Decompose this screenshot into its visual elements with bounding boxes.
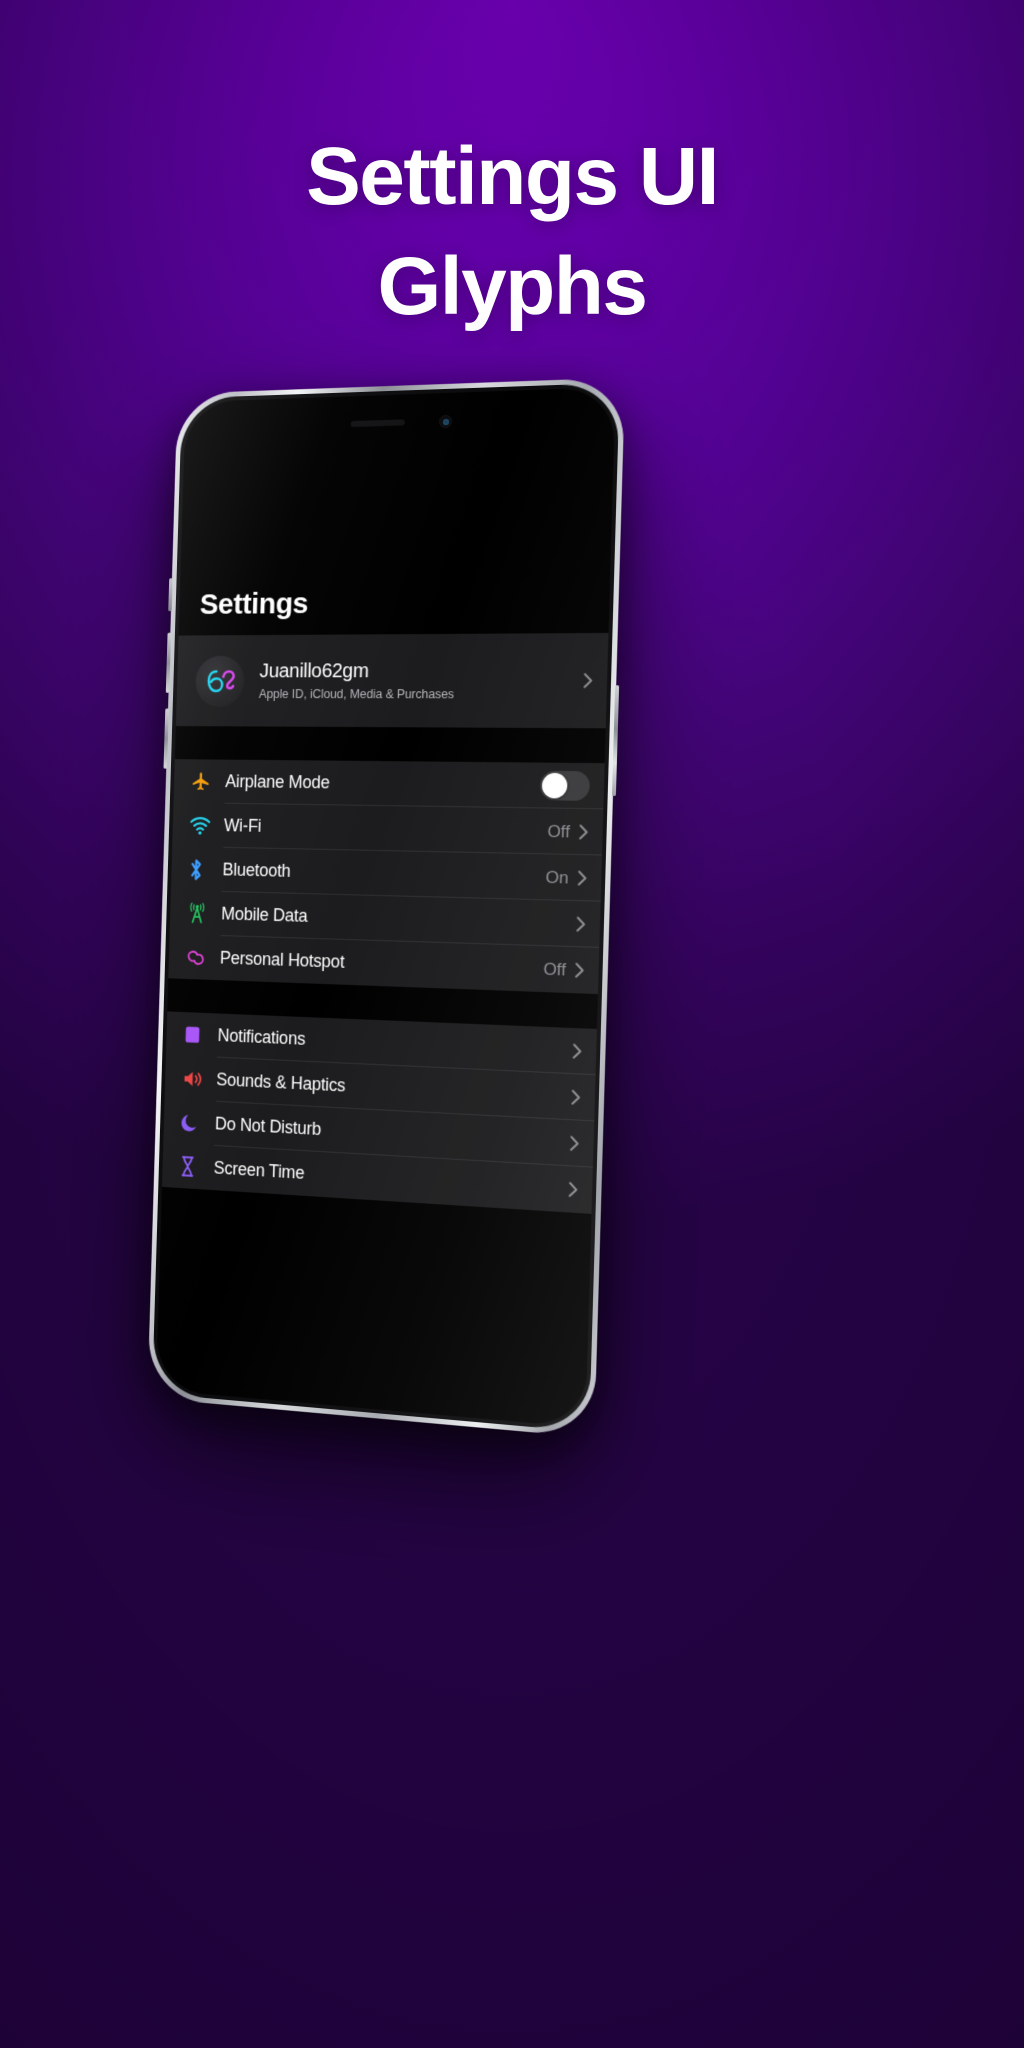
- toggle-knob: [541, 772, 568, 799]
- phone-device: Settings Juanillo62gm Apple ID, iCloud, …: [147, 377, 626, 1438]
- poster-title-line-1: Settings UI: [306, 131, 719, 222]
- avatar: [194, 655, 245, 707]
- poster-title: Settings UI Glyphs: [0, 122, 1024, 342]
- settings-row-value: On: [545, 867, 569, 888]
- settings-row-value: Off: [543, 958, 567, 980]
- phone-volume-up-button[interactable]: [165, 632, 172, 693]
- phone-power-button[interactable]: [611, 685, 620, 797]
- phone-volume-down-button[interactable]: [163, 708, 169, 769]
- settings-row-label: Bluetooth: [222, 859, 291, 881]
- page-title: Settings: [199, 587, 309, 621]
- account-text: Juanillo62gm Apple ID, iCloud, Media & P…: [259, 660, 585, 702]
- account-row[interactable]: Juanillo62gm Apple ID, iCloud, Media & P…: [175, 632, 609, 729]
- settings-row-label: Mobile Data: [221, 903, 308, 926]
- phone-screen: Settings Juanillo62gm Apple ID, iCloud, …: [155, 387, 616, 1428]
- settings-row-airplane-mode[interactable]: Airplane Mode: [174, 759, 605, 810]
- settings-row-label: Notifications: [217, 1025, 306, 1049]
- settings-row-label: Airplane Mode: [224, 771, 330, 793]
- phone-mute-switch[interactable]: [168, 578, 173, 612]
- chevron-right-icon: [576, 916, 586, 932]
- settings-group-connectivity: Airplane Mode Wi-Fi Off Bluetooth On Mob…: [168, 759, 605, 995]
- notifications-icon: [183, 1023, 218, 1046]
- settings-app: Settings Juanillo62gm Apple ID, iCloud, …: [155, 584, 610, 1428]
- chevron-right-icon: [575, 963, 585, 979]
- wifi-icon: [189, 815, 224, 835]
- account-name: Juanillo62gm: [259, 660, 369, 683]
- settings-group-alerts: Notifications Sounds & Haptics Do Not Di…: [161, 1011, 597, 1214]
- moon-icon: [180, 1111, 215, 1134]
- earpiece-speaker-icon: [350, 419, 405, 428]
- cellular-antenna-icon: [187, 901, 222, 925]
- chevron-right-icon: [570, 1136, 580, 1152]
- phone-notch: [321, 406, 469, 441]
- phone-bezel: Settings Juanillo62gm Apple ID, iCloud, …: [152, 382, 620, 1433]
- chevron-right-icon: [579, 824, 589, 840]
- airplane-mode-toggle[interactable]: [539, 770, 591, 801]
- chevron-right-icon: [583, 673, 593, 688]
- chevron-right-icon: [578, 870, 588, 886]
- chevron-right-icon: [571, 1089, 581, 1105]
- front-camera-icon: [438, 414, 453, 429]
- hourglass-icon: [179, 1155, 214, 1180]
- airplane-icon: [191, 771, 226, 793]
- group-spacer-1: [174, 726, 606, 764]
- chevron-right-icon: [573, 1043, 583, 1059]
- settings-row-label: Wi-Fi: [223, 815, 262, 836]
- bluetooth-icon: [188, 857, 223, 881]
- screen-bottom-area: [155, 1186, 592, 1428]
- settings-row-label: Personal Hotspot: [219, 947, 345, 972]
- account-subtitle: Apple ID, iCloud, Media & Purchases: [258, 687, 455, 702]
- speaker-waves-icon: [182, 1067, 217, 1090]
- phone-mockup-stage: Settings Juanillo62gm Apple ID, iCloud, …: [147, 377, 650, 1455]
- settings-row-label: Sounds & Haptics: [216, 1069, 346, 1096]
- chevron-right-icon: [569, 1182, 579, 1198]
- poster-title-line-2: Glyphs: [377, 241, 648, 332]
- personal-hotspot-icon: [185, 946, 220, 969]
- avatar-62-glyph: [204, 668, 236, 693]
- settings-row-value: Off: [547, 821, 571, 842]
